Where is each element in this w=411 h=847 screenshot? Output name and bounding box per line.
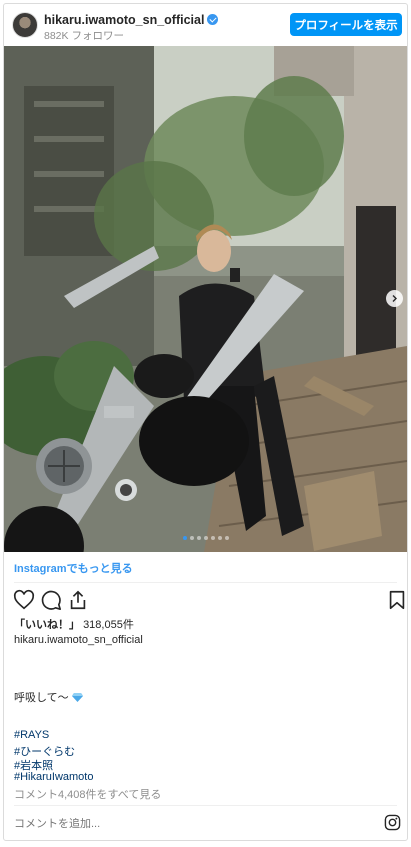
view-profile-button[interactable]: プロフィールを表示 xyxy=(290,13,402,36)
carousel-dot xyxy=(189,536,194,540)
carousel-dot xyxy=(217,536,222,540)
caption-text-row: 呼吸して〜 xyxy=(14,689,83,705)
likes-label: 「いいね！」 xyxy=(14,619,80,631)
post-photo[interactable] xyxy=(4,46,407,552)
likes-number: 318,055件 xyxy=(83,619,134,631)
hashtag-link[interactable]: #HikaruIwamoto xyxy=(14,771,93,783)
photo-illustration xyxy=(4,46,407,552)
carousel-dot xyxy=(203,536,208,540)
chevron-right-icon xyxy=(392,295,397,302)
divider xyxy=(14,582,397,583)
view-all-comments-link[interactable]: コメント4,408件をすべて見る xyxy=(14,786,161,802)
divider xyxy=(14,805,397,806)
carousel-indicators xyxy=(4,536,407,540)
verified-badge-icon xyxy=(207,14,219,25)
share-icon[interactable] xyxy=(67,589,89,611)
follower-count: 882K フォロワー xyxy=(44,30,124,42)
carousel-dot xyxy=(182,536,187,540)
blue-diamond-icon xyxy=(71,693,83,702)
avatar[interactable] xyxy=(12,12,38,38)
post-header: hikaru.iwamoto_sn_official 882K フォロワー プロ… xyxy=(4,4,407,46)
hashtag-link[interactable]: #RAYS xyxy=(14,729,49,741)
instagram-icon[interactable] xyxy=(384,814,401,831)
add-comment-input[interactable] xyxy=(14,818,374,830)
bookmark-icon[interactable] xyxy=(386,589,408,611)
carousel-dot xyxy=(196,536,201,540)
username-row[interactable]: hikaru.iwamoto_sn_official xyxy=(44,13,219,27)
view-more-on-instagram-link[interactable]: Instagramでもっと見る xyxy=(14,560,133,576)
like-count: 「いいね！」 318,055件 xyxy=(14,616,134,632)
caption-username[interactable]: hikaru.iwamoto_sn_official xyxy=(14,634,143,646)
username[interactable]: hikaru.iwamoto_sn_official xyxy=(44,13,204,27)
next-slide-button[interactable] xyxy=(386,290,403,307)
heart-icon[interactable] xyxy=(13,589,35,611)
carousel-dot xyxy=(224,536,229,540)
carousel-dot xyxy=(210,536,215,540)
instagram-embed-card: hikaru.iwamoto_sn_official 882K フォロワー プロ… xyxy=(3,3,408,841)
caption-text: 呼吸して〜 xyxy=(14,692,69,704)
comment-icon[interactable] xyxy=(40,589,62,611)
